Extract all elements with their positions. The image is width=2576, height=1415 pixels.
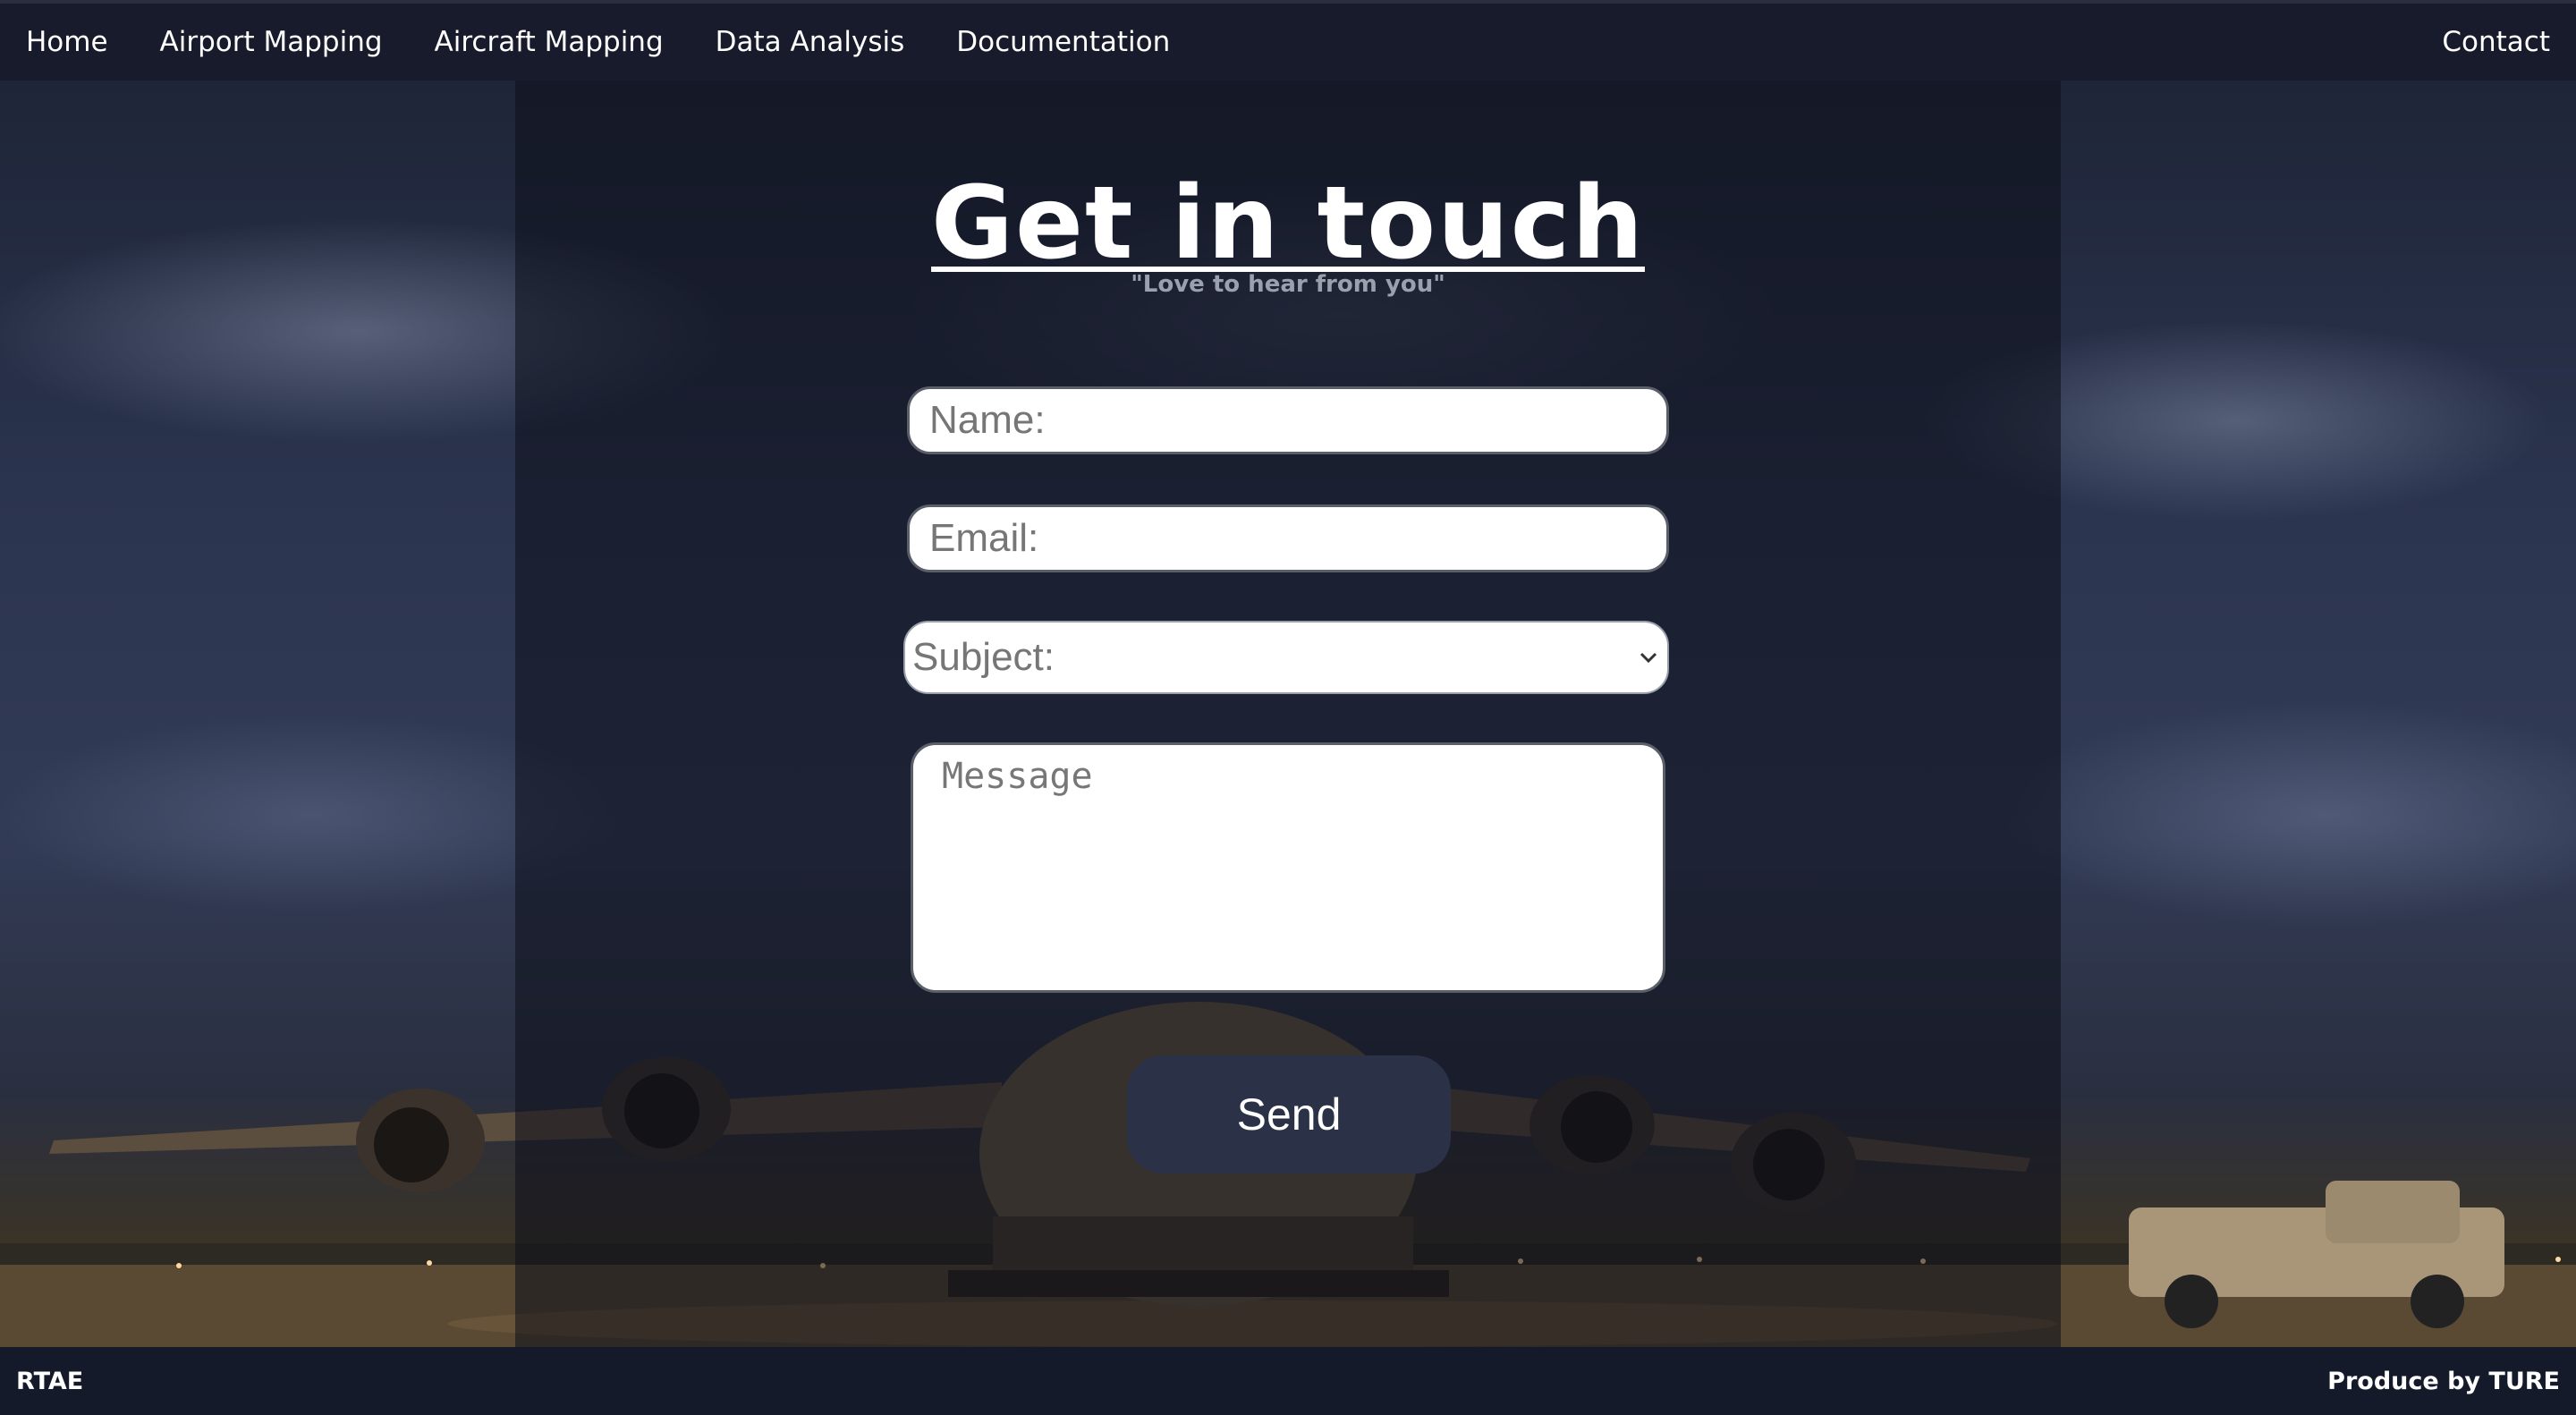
nav-data-analysis[interactable]: Data Analysis bbox=[690, 2, 931, 82]
send-button[interactable]: Send bbox=[1127, 1055, 1451, 1174]
email-input[interactable] bbox=[907, 504, 1669, 572]
nav-documentation[interactable]: Documentation bbox=[930, 2, 1196, 82]
subject-select[interactable]: Subject: bbox=[903, 621, 1669, 694]
chevron-down-icon bbox=[1637, 646, 1660, 669]
message-textarea[interactable] bbox=[911, 742, 1665, 993]
nav-home[interactable]: Home bbox=[0, 2, 134, 82]
footer-credit: Produce by TURE bbox=[2327, 1367, 2560, 1395]
nav-aircraft-mapping[interactable]: Aircraft Mapping bbox=[409, 2, 690, 82]
subject-selected-value: Subject: bbox=[912, 635, 1055, 679]
footer-brand: RTAE bbox=[16, 1367, 84, 1395]
nav-airport-mapping[interactable]: Airport Mapping bbox=[134, 2, 409, 82]
contact-panel: Get in touch "Love to hear from you" Sub… bbox=[515, 80, 2061, 1347]
footer: RTAE Produce by TURE bbox=[0, 1347, 2576, 1415]
name-input[interactable] bbox=[907, 386, 1669, 454]
nav-contact[interactable]: Contact bbox=[2416, 2, 2576, 82]
page-subtitle: "Love to hear from you" bbox=[1131, 271, 1445, 298]
page-title: Get in touch bbox=[931, 165, 1645, 282]
top-navigation: Home Airport Mapping Aircraft Mapping Da… bbox=[0, 0, 2576, 80]
